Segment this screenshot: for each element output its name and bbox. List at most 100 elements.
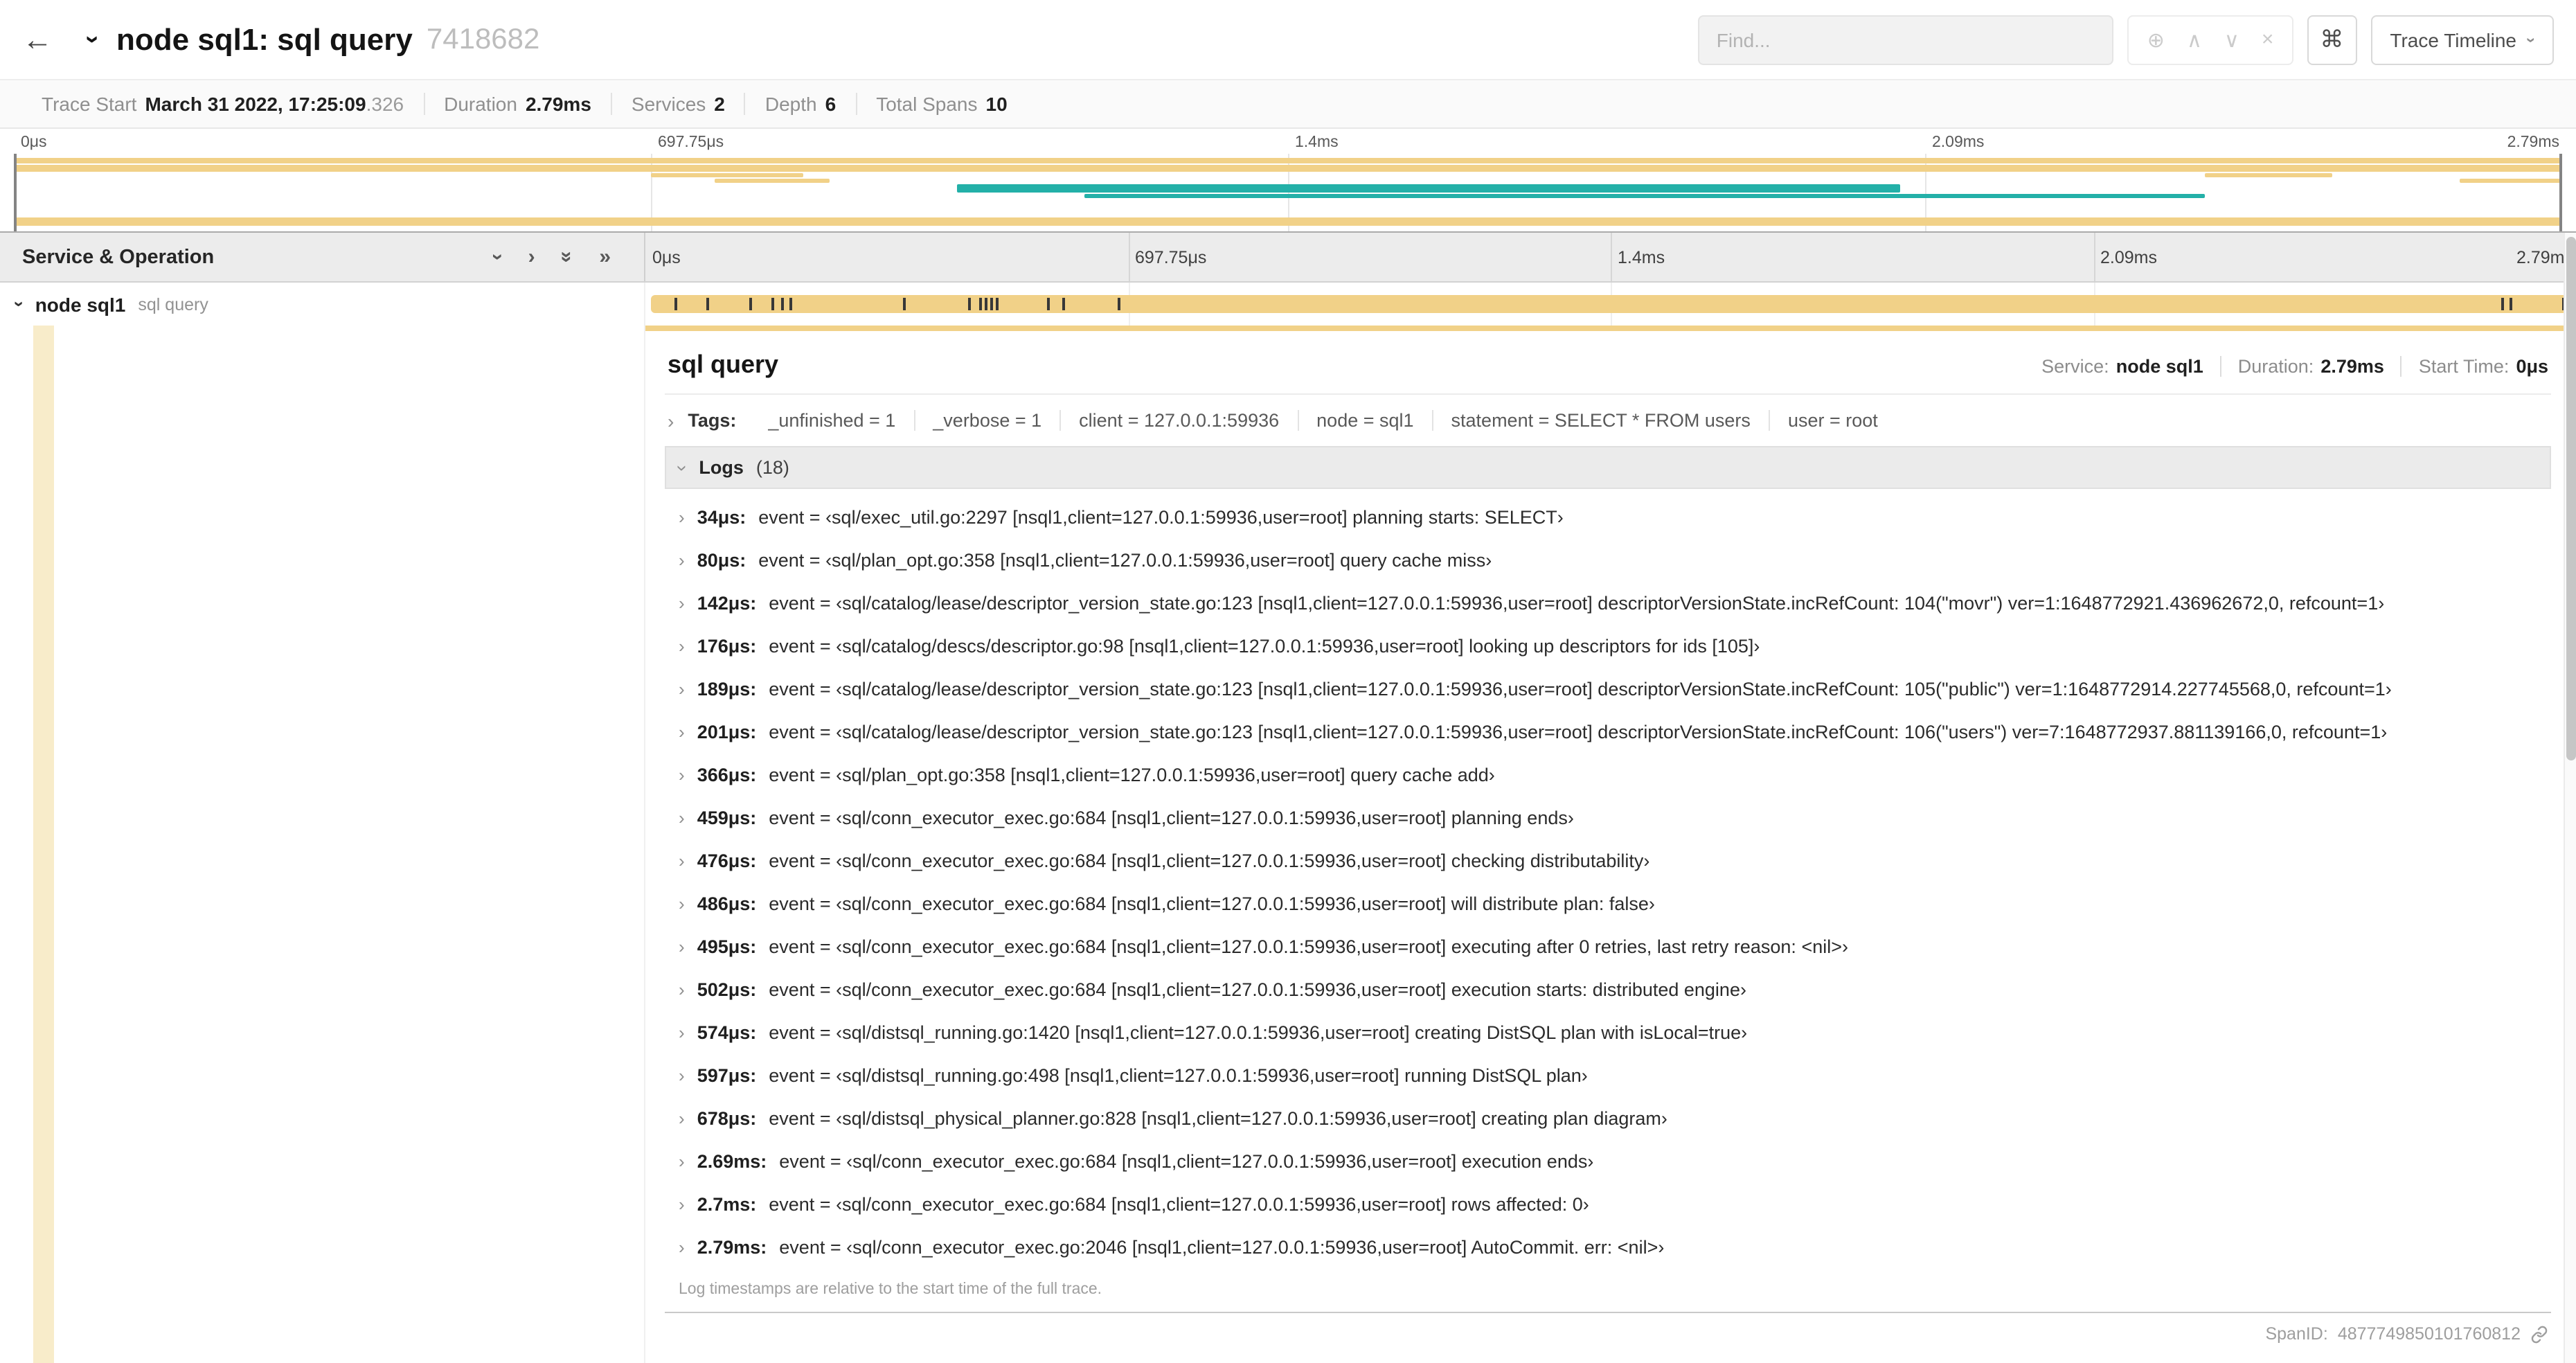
overview-item: Duration: 2.79ms (2219, 356, 2384, 377)
span-detail-wrap: sql query Service: node sql1 Duration: 2.7… (645, 326, 2576, 1363)
log-timestamp: 459μs: (697, 808, 757, 828)
log-entry[interactable]: › 597μs: event = ‹sql/distsql_running.go… (665, 1054, 2551, 1097)
span-detail-header: sql query Service: node sql1 Duration: 2.7… (665, 342, 2551, 395)
log-entry[interactable]: › 34μs: event = ‹sql/exec_util.go:2297 [… (665, 496, 2551, 539)
chevron-right-icon: › (679, 636, 685, 657)
span-bar[interactable] (651, 295, 2570, 313)
summary-item: Duration 2.79ms (423, 93, 611, 115)
minimap-span-bar (2320, 168, 2562, 172)
log-entry[interactable]: › 2.7ms: event = ‹sql/conn_executor_exec… (665, 1183, 2551, 1226)
jaeger-trace-page: ← › node sql1: sql query 7418682 ⊕ ∧ ∨ ×… (0, 0, 2576, 1363)
log-entry[interactable]: › 142μs: event = ‹sql/catalog/lease/desc… (665, 582, 2551, 625)
log-timestamp: 495μs: (697, 936, 757, 957)
back-button[interactable]: ← (22, 21, 53, 57)
log-entry[interactable]: › 2.69ms: event = ‹sql/conn_executor_exe… (665, 1140, 2551, 1183)
minimap-span-bar (2460, 179, 2562, 183)
log-message: event = ‹sql/distsql_running.go:498 [nsq… (769, 1065, 1588, 1086)
chevron-right-icon: › (679, 850, 685, 871)
next-match-icon[interactable]: ∨ (2224, 27, 2239, 52)
minimap-span-bar (14, 165, 2562, 172)
log-entry[interactable]: › 201μs: event = ‹sql/catalog/lease/desc… (665, 711, 2551, 754)
chevron-right-icon: › (679, 507, 685, 528)
logs-note: Log timestamps are relative to the start… (679, 1281, 1102, 1298)
link-icon[interactable] (2530, 1325, 2548, 1343)
log-entry[interactable]: › 678μs: event = ‹sql/distsql_physical_p… (665, 1097, 2551, 1140)
minimap-left-handle[interactable] (14, 154, 17, 231)
expand-all-icon[interactable]: » (599, 245, 611, 269)
minimap-span-bar (2205, 173, 2333, 177)
log-message: event = ‹sql/exec_util.go:2297 [nsql1,cl… (758, 507, 1564, 528)
ruler-tick-label: 697.75μs (658, 134, 724, 150)
find-input[interactable] (1698, 15, 2114, 64)
chevron-right-icon: › (679, 765, 685, 785)
collapse-one-icon[interactable]: › (487, 253, 510, 260)
prev-match-icon[interactable]: ∧ (2187, 27, 2202, 52)
minimap-span-bar (14, 158, 2562, 163)
tags-accordion[interactable]: › Tags: _unfinished = 1 _verbose = 1 cli… (665, 395, 2551, 446)
chevron-right-icon: › (679, 1194, 685, 1215)
log-entry[interactable]: › 176μs: event = ‹sql/catalog/descs/desc… (665, 625, 2551, 668)
collapse-all-icon[interactable]: » (555, 251, 579, 263)
keyboard-shortcuts-button[interactable]: ⌘ (2307, 15, 2357, 64)
timeline-header: Service & Operation › › » » 0μs 697.75μs 1… (0, 233, 2576, 283)
minimap-span-bar (1084, 194, 2206, 198)
timeline-ruler: 0μs 697.75μs 1.4ms 2.09ms 2.79ms (645, 233, 2576, 281)
summary-item: Trace Start March 31 2022, 17:25:09.326 (42, 93, 404, 115)
minimap-labels: 0μs 697.75μs 1.4ms 2.09ms 2.79ms (14, 130, 2562, 154)
ruler-tick-label: 697.75μs (1135, 247, 1207, 267)
log-timestamp: 486μs: (697, 893, 757, 914)
span-name-cell[interactable]: › node sql1 sql query (0, 283, 645, 326)
log-entry[interactable]: › 476μs: event = ‹sql/conn_executor_exec… (665, 839, 2551, 882)
log-message: event = ‹sql/conn_executor_exec.go:684 [… (769, 850, 1650, 871)
log-entry[interactable]: › 502μs: event = ‹sql/conn_executor_exec… (665, 968, 2551, 1011)
chevron-right-icon: › (679, 593, 685, 614)
tag-item: statement = SELECT * FROM users (1431, 410, 1769, 431)
log-entry[interactable]: › 366μs: event = ‹sql/plan_opt.go:358 [n… (665, 754, 2551, 796)
log-timestamp: 2.7ms: (697, 1194, 757, 1215)
collapse-trace-chevron-icon[interactable]: › (78, 35, 107, 44)
log-entry[interactable]: › 574μs: event = ‹sql/distsql_running.go… (665, 1011, 2551, 1054)
minimap-canvas[interactable] (14, 154, 2562, 231)
log-marker-tick (781, 298, 785, 310)
log-entry[interactable]: › 80μs: event = ‹sql/plan_opt.go:358 [ns… (665, 539, 2551, 582)
minimap-right-handle[interactable] (2559, 154, 2562, 231)
log-message: event = ‹sql/distsql_physical_planner.go… (769, 1108, 1667, 1129)
span-indent-guide (33, 326, 54, 1363)
find-controls: ⊕ ∧ ∨ × (2127, 15, 2293, 64)
log-message: event = ‹sql/plan_opt.go:358 [nsql1,clie… (769, 765, 1495, 785)
scrollbar-thumb[interactable] (2566, 237, 2576, 760)
view-selector-button[interactable]: Trace Timeline › (2370, 15, 2554, 64)
ruler-tick-label: 0μs (21, 134, 47, 150)
chevron-right-icon: › (679, 893, 685, 914)
trace-title: node sql1: sql query (116, 21, 413, 56)
clear-find-icon[interactable]: × (2262, 28, 2274, 51)
log-entry[interactable]: › 2.79ms: event = ‹sql/conn_executor_exe… (665, 1226, 2551, 1269)
log-message: event = ‹sql/conn_executor_exec.go:684 [… (779, 1151, 1594, 1172)
log-entry[interactable]: › 459μs: event = ‹sql/conn_executor_exec… (665, 796, 2551, 839)
ruler-tick-label: 2.09ms (2100, 247, 2157, 267)
ruler-tick-label: 0μs (652, 247, 681, 267)
log-entry[interactable]: › 189μs: event = ‹sql/catalog/lease/desc… (665, 668, 2551, 711)
tag-item: user = root (1768, 410, 1896, 431)
logs-list: › 34μs: event = ‹sql/exec_util.go:2297 [… (665, 489, 2551, 1269)
tags-list: _unfinished = 1 _verbose = 1 client = 12… (750, 410, 1895, 431)
expand-one-icon[interactable]: › (528, 245, 535, 269)
top-bar-actions: ⊕ ∧ ∨ × ⌘ Trace Timeline › (1698, 15, 2554, 64)
span-timeline-cell[interactable] (645, 283, 2576, 326)
chevron-right-icon: › (679, 936, 685, 957)
span-service-name: node sql1 (35, 293, 126, 315)
log-marker-tick (2509, 298, 2512, 310)
locate-match-icon[interactable]: ⊕ (2147, 27, 2165, 52)
log-entry[interactable]: › 486μs: event = ‹sql/conn_executor_exec… (665, 882, 2551, 925)
top-bar: ← › node sql1: sql query 7418682 ⊕ ∧ ∨ ×… (0, 0, 2576, 80)
vertical-scrollbar[interactable] (2564, 233, 2576, 1363)
log-entry[interactable]: › 495μs: event = ‹sql/conn_executor_exec… (665, 925, 2551, 968)
minimap-span-bar (715, 179, 830, 183)
span-detail-title: sql query (668, 350, 779, 378)
span-detail-region: sql query Service: node sql1 Duration: 2.7… (0, 326, 2576, 1363)
log-marker-tick (674, 298, 677, 310)
logs-accordion-header[interactable]: › Logs (18) (665, 446, 2551, 489)
chevron-down-icon: › (672, 464, 695, 471)
name-column (0, 326, 645, 1363)
log-marker-tick (996, 298, 999, 310)
